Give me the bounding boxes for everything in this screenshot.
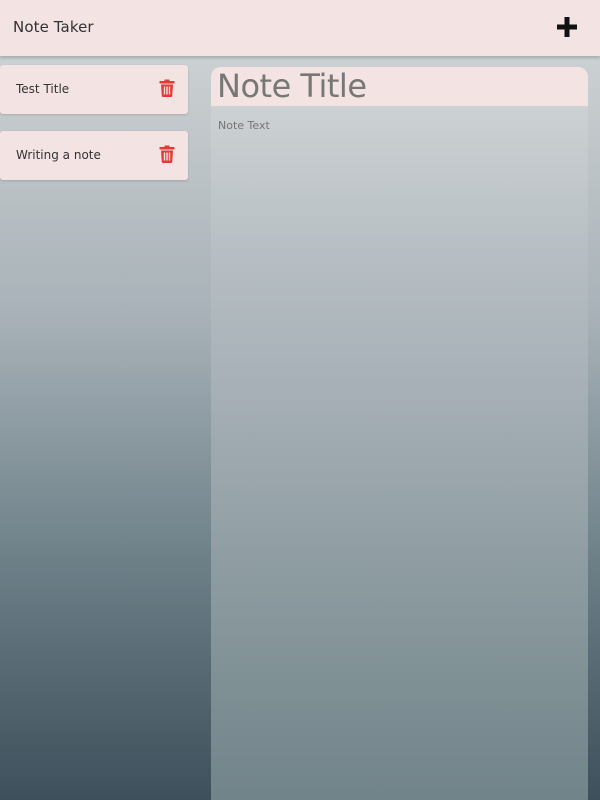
note-list-item-title: Writing a note [16, 148, 101, 162]
note-text-area[interactable] [218, 119, 578, 789]
app-header: Note Taker [0, 0, 600, 56]
notes-sidebar: Test Title Writing a note [0, 56, 198, 800]
app-title: Note Taker [13, 18, 94, 36]
add-note-button[interactable] [552, 12, 582, 42]
note-list-item[interactable]: Test Title [0, 65, 188, 114]
note-editor [211, 67, 588, 800]
note-list-item-title: Test Title [16, 82, 70, 96]
delete-note-button[interactable] [159, 79, 175, 97]
trash-icon [159, 79, 175, 97]
note-list-item[interactable]: Writing a note [0, 131, 188, 180]
plus-icon [557, 17, 577, 37]
trash-icon [159, 145, 175, 163]
note-title-input[interactable] [217, 67, 577, 106]
delete-note-button[interactable] [159, 145, 175, 163]
note-title-bar [211, 67, 588, 106]
